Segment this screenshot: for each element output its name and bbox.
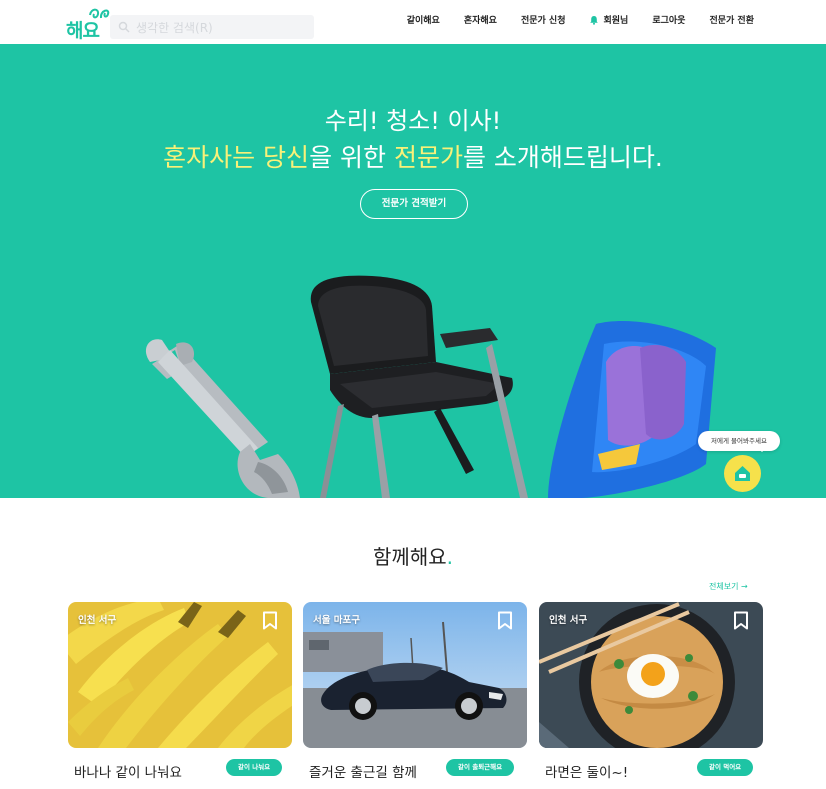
nav-logout-label: 로그아웃 — [652, 16, 686, 26]
card-image: 인천 서구 — [539, 602, 763, 748]
section-title-dot: . — [446, 545, 453, 569]
card-action-button[interactable]: 같이 나눠요 — [226, 759, 283, 776]
nav-together[interactable]: 같이해요 — [407, 13, 440, 26]
bookmark-icon[interactable] — [262, 611, 278, 630]
bookmark-icon[interactable] — [733, 611, 749, 630]
hero-illustration — [145, 275, 716, 498]
logo[interactable]: 해요 — [66, 6, 114, 42]
search-bar[interactable]: 생각한 검색(R) — [110, 15, 314, 39]
hero-banner: 수리! 청소! 이사! 혼자사는 당신을 위한 전문가를 소개해드립니다. 전문… — [0, 44, 826, 498]
search-icon — [118, 21, 130, 33]
card-car[interactable]: 서울 마포구 즐거운 출근길 함께 같이 출퇴근해요 — [303, 602, 527, 784]
house-chat-icon — [735, 466, 750, 481]
card-bananas[interactable]: 인천 서구 바나나 같이 나눠요 같이 나눠요 — [68, 602, 292, 784]
nav-expert-apply[interactable]: 전문가 신청 — [521, 13, 566, 26]
chat-button[interactable] — [724, 455, 761, 492]
card-location: 서울 마포구 — [313, 615, 361, 626]
top-header: 해요 생각한 검색(R) 같이해요 혼자해요 전문가 신청 회원님 로그아웃 전… — [0, 0, 826, 44]
nav-member[interactable]: 회원님 — [589, 13, 628, 26]
nav-expert-switch[interactable]: 전문가 전환 — [709, 13, 754, 26]
dustpan-gloves-image — [548, 321, 716, 498]
card-ramen[interactable]: 인천 서구 라면은 둘이~! 같이 먹어요 — [539, 602, 763, 784]
nav-expert-switch-label: 전문가 전환 — [709, 16, 754, 26]
card-location: 인천 서구 — [78, 615, 117, 626]
card-action-button[interactable]: 같이 먹어요 — [697, 759, 754, 776]
nav-logout[interactable]: 로그아웃 — [652, 13, 685, 26]
wrench-image — [145, 339, 300, 498]
card-image: 인천 서구 — [68, 602, 292, 748]
nav-alone[interactable]: 혼자해요 — [464, 13, 497, 26]
card-action-button[interactable]: 같이 출퇴근해요 — [446, 759, 515, 776]
card-image: 서울 마포구 — [303, 602, 527, 748]
card-title: 바나나 같이 나눠요 — [74, 765, 182, 781]
nav-member-label: 회원님 — [603, 16, 629, 26]
bookmark-icon[interactable] — [497, 611, 513, 630]
top-nav: 같이해요 혼자해요 전문가 신청 회원님 로그아웃 전문가 전환 — [407, 13, 754, 26]
card-title: 라면은 둘이~! — [545, 765, 629, 781]
see-all-link[interactable]: 전체보기 → — [709, 581, 748, 592]
search-placeholder: 생각한 검색(R) — [136, 21, 213, 35]
chat-bubble: 저에게 물어봐주세요 — [698, 431, 780, 452]
card-location: 인천 서구 — [549, 615, 588, 626]
nav-together-label: 같이해요 — [406, 16, 440, 26]
nav-expert-apply-label: 전문가 신청 — [520, 16, 566, 26]
nav-alone-label: 혼자해요 — [463, 16, 497, 26]
card-title: 즐거운 출근길 함께 — [309, 765, 417, 781]
bell-icon — [590, 15, 599, 25]
chair-image — [310, 275, 528, 498]
section-title-text: 함께해요 — [373, 545, 447, 569]
section-title: 함께해요. — [0, 541, 826, 570]
